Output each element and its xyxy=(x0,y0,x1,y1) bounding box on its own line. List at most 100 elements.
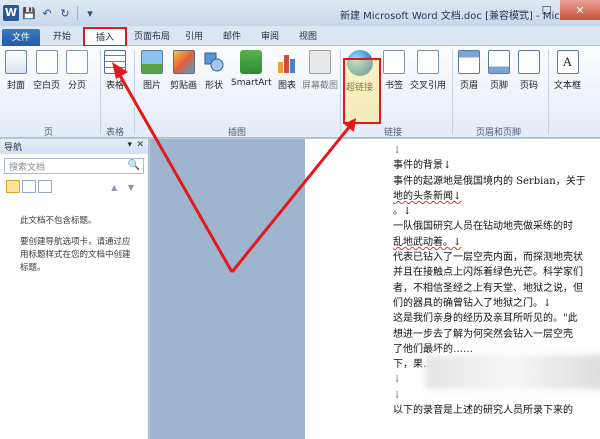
doc-line: 这是我们亲身的经历及亲耳所听见的。"此 xyxy=(393,313,578,325)
navigation-pane: 导航 ▾ ✕ 搜索文档 🔍 ▲ ▼ 此文档不包含标题。 要创建导航选项卡，请通过… xyxy=(0,139,149,439)
cross-reference-icon xyxy=(417,50,439,74)
nav-empty-message: 此文档不包含标题。 要创建导航选项卡，请通过应用标题样式在您的文档中创建标题。 xyxy=(20,215,138,275)
footer-label: 页脚 xyxy=(489,81,508,91)
blank-page-icon xyxy=(35,50,58,74)
undo-icon[interactable]: ↶ xyxy=(39,4,55,22)
shapes-button[interactable]: 形状 xyxy=(203,50,225,91)
group-label-pages: 页 xyxy=(44,128,54,138)
bookmark-label: 书签 xyxy=(384,81,403,91)
ribbon-insert: 封面 空白页 分页 页 表格 表格 图片 剪贴画 形状 SmartArt 图表 … xyxy=(0,46,600,138)
bookmark-icon xyxy=(383,50,405,74)
tab-mailings[interactable]: 邮件 xyxy=(218,28,246,46)
page-number-button[interactable]: 页码 xyxy=(518,50,540,91)
document-page[interactable]: ↓ 事件的背景↓ 事件的起源地是俄国境内的 Serbian，关于 地的头条新闻↓… xyxy=(305,139,600,439)
doc-line: 。↓ xyxy=(393,206,412,218)
text-box-label: 文本框 xyxy=(554,81,582,91)
cover-page-button[interactable]: 封面 xyxy=(5,50,27,91)
clip-art-button[interactable]: 剪贴画 xyxy=(170,50,197,91)
tab-home[interactable]: 开始 xyxy=(46,28,78,46)
footer-button[interactable]: 页脚 xyxy=(488,50,510,91)
nav-title: 导航 xyxy=(4,143,23,153)
page-number-icon xyxy=(518,50,540,74)
doc-line: 乱地武动着。↓ xyxy=(393,236,462,248)
picture-icon xyxy=(141,50,163,74)
tab-view[interactable]: 视图 xyxy=(294,28,322,46)
doc-line: 代表已钻入了一层空壳内面，而探测地壳状 xyxy=(393,252,583,264)
nav-search-placeholder: 搜索文档 xyxy=(9,162,46,173)
smartart-button[interactable]: SmartArt xyxy=(231,50,272,88)
doc-line: ↓ xyxy=(393,389,402,401)
text-box-button[interactable]: A 文本框 xyxy=(554,50,581,91)
chart-icon xyxy=(278,55,295,73)
close-button[interactable]: ✕ xyxy=(560,0,600,20)
tab-file[interactable]: 文件 xyxy=(2,29,40,46)
quick-access-toolbar: W 💾 ↶ ↻ ▾ xyxy=(0,0,98,26)
table-label: 表格 xyxy=(105,81,124,91)
bookmark-button[interactable]: 书签 xyxy=(383,50,405,91)
word-logo-icon[interactable]: W xyxy=(3,5,19,21)
blank-page-button[interactable]: 空白页 xyxy=(33,50,60,91)
header-button[interactable]: 页眉 xyxy=(458,50,480,91)
header-icon xyxy=(458,50,480,74)
text-box-icon: A xyxy=(556,50,579,74)
clip-art-icon xyxy=(172,50,195,74)
window-controls: — ☐ ✕ xyxy=(506,0,600,20)
doc-line: 们的器具的确曾钻入了地狱之门。↓ xyxy=(393,297,552,309)
screenshot-button[interactable]: 屏幕截图 xyxy=(302,50,338,91)
nav-prev-next-arrows-icon[interactable]: ▲ ▼ xyxy=(111,183,138,192)
redo-icon[interactable]: ↻ xyxy=(57,4,73,22)
screenshot-icon xyxy=(309,50,331,74)
chart-button[interactable]: 图表 xyxy=(276,50,298,91)
customize-qat-chevron-icon[interactable]: ▾ xyxy=(82,4,98,22)
header-label: 页眉 xyxy=(459,81,478,91)
nav-message-line2: 要创建导航选项卡，请通过应用标题样式在您的文档中创建标题。 xyxy=(20,237,131,273)
group-label-tables: 表格 xyxy=(106,128,125,138)
cross-reference-button[interactable]: 交叉引用 xyxy=(410,50,446,91)
doc-line: 事件的背景↓ xyxy=(393,160,452,172)
cover-page-icon xyxy=(5,50,27,74)
group-separator xyxy=(134,50,135,134)
group-label-header-footer: 页眉和页脚 xyxy=(476,128,522,138)
doc-line: 一队俄国研究人员在钻动地壳做采练的时 xyxy=(393,221,573,233)
doc-line: 地的头条新闻↓ xyxy=(393,190,462,202)
tab-page-layout[interactable]: 页面布局 xyxy=(128,28,176,46)
qat-separator xyxy=(77,6,78,20)
ribbon-tabs: 文件 开始 插入 页面布局 引用 邮件 审阅 视图 xyxy=(0,26,600,47)
table-button[interactable]: 表格 xyxy=(104,50,126,91)
cross-reference-label: 交叉引用 xyxy=(410,81,447,91)
page-break-label: 分页 xyxy=(67,81,86,91)
nav-message-line1: 此文档不包含标题。 xyxy=(20,216,97,226)
smartart-label: SmartArt xyxy=(231,78,272,88)
title-bar: W 💾 ↶ ↻ ▾ 新建 Microsoft Word 文档.doc [兼容模式… xyxy=(0,0,600,26)
cover-page-label: 封面 xyxy=(6,81,25,91)
tab-browse-results[interactable] xyxy=(38,180,52,193)
picture-label: 图片 xyxy=(142,81,161,91)
group-separator xyxy=(452,50,453,134)
tab-browse-pages[interactable] xyxy=(22,180,36,193)
doc-line: 并且在接触点上闪烁着绿色光芒。科学家们 xyxy=(393,267,583,279)
nav-options-chevron-icon[interactable]: ▾ xyxy=(127,140,132,150)
blank-page-label: 空白页 xyxy=(33,81,61,91)
group-separator xyxy=(100,50,101,134)
save-icon[interactable]: 💾 xyxy=(21,4,37,22)
tab-insert[interactable]: 插入 xyxy=(83,27,127,47)
tab-review[interactable]: 审阅 xyxy=(256,28,284,46)
screenshot-label: 屏幕截图 xyxy=(302,81,339,91)
nav-close-icon[interactable]: ✕ xyxy=(136,140,144,150)
minimize-button[interactable]: — xyxy=(506,0,533,20)
maximize-button[interactable]: ☐ xyxy=(533,0,560,20)
tab-browse-headings[interactable] xyxy=(6,180,20,193)
redacted-blur xyxy=(425,355,600,389)
page-number-label: 页码 xyxy=(519,81,538,91)
doc-line: 以下的录音是上述的研究人员所录下来的 xyxy=(393,405,573,417)
nav-header: 导航 ▾ ✕ xyxy=(0,139,148,154)
nav-search-input[interactable]: 搜索文档 🔍 xyxy=(4,158,144,174)
clip-art-label: 剪贴画 xyxy=(170,81,198,91)
tab-references[interactable]: 引用 xyxy=(180,28,208,46)
page-break-button[interactable]: 分页 xyxy=(66,50,88,91)
picture-button[interactable]: 图片 xyxy=(141,50,163,91)
table-icon xyxy=(104,50,126,74)
doc-line: 者，不相信圣经之上有天堂、地狱之说，但 xyxy=(393,282,583,294)
group-separator xyxy=(340,50,341,134)
search-icon[interactable]: 🔍 xyxy=(128,160,140,171)
